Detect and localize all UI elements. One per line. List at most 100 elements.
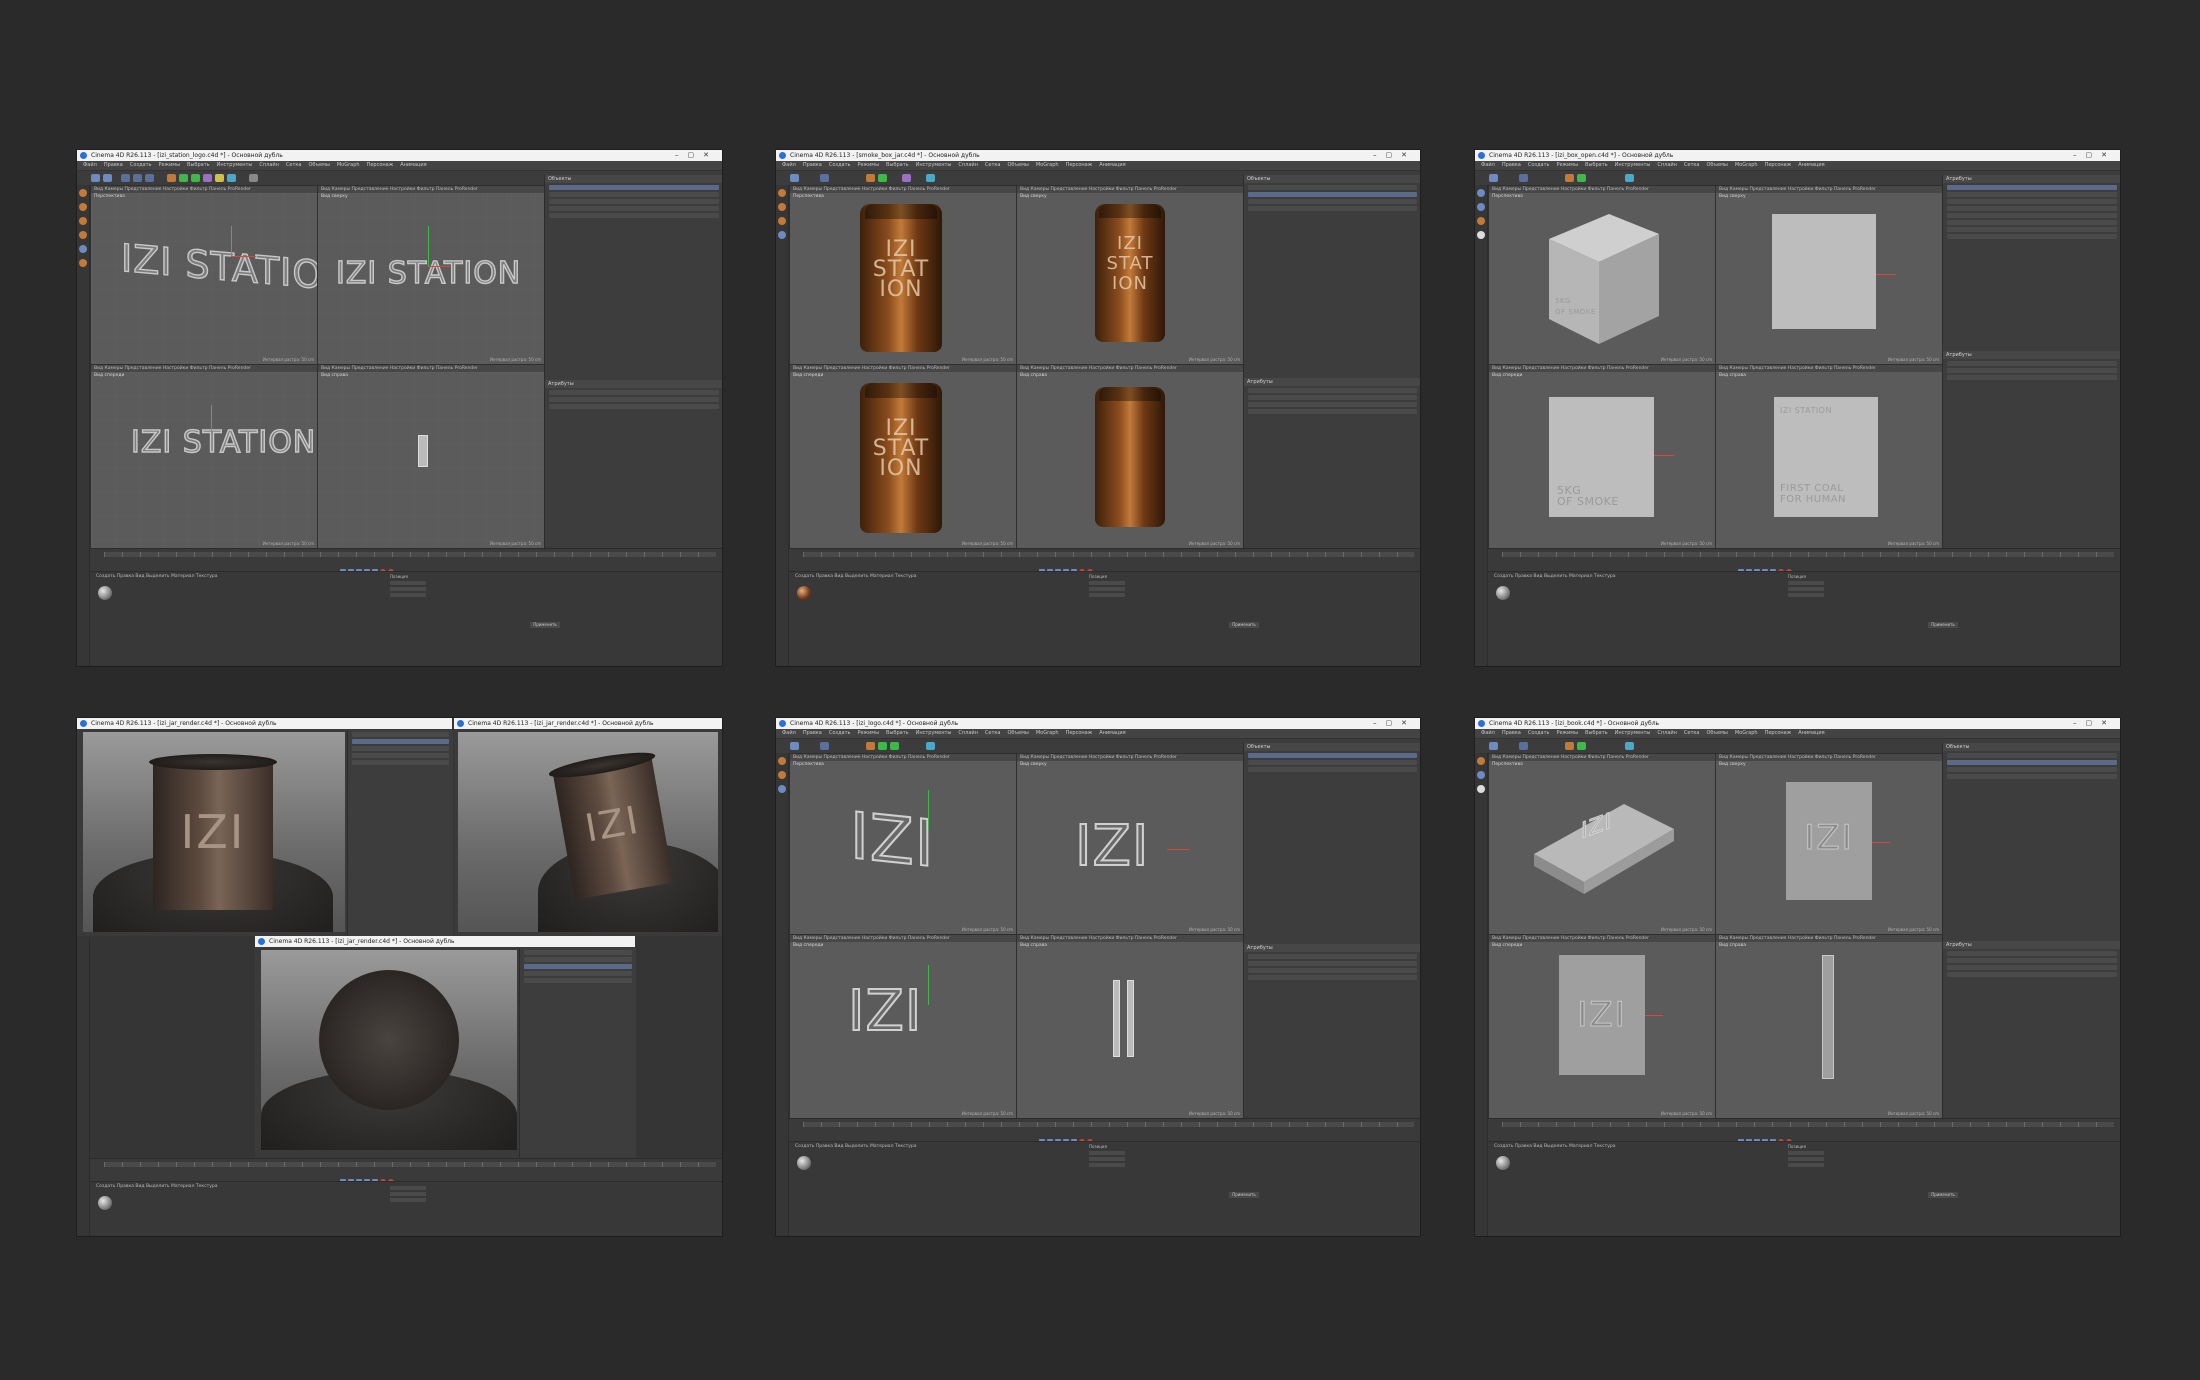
object-row[interactable] [549, 199, 719, 204]
right-panels[interactable]: Объекты Атрибуты [1243, 175, 1420, 547]
axis-mode-icon[interactable] [79, 245, 87, 253]
timeline[interactable] [1488, 1118, 2120, 1145]
object-row[interactable] [1947, 227, 2117, 232]
axis-mode-icon[interactable] [1477, 785, 1485, 793]
viewport-top[interactable]: Вид Камеры Представление Настройки Фильт… [1016, 753, 1244, 935]
x-axis-gizmo[interactable] [428, 266, 450, 267]
window-controls[interactable]: –▢✕ [2073, 150, 2116, 161]
viewport-top[interactable]: Вид Камеры Представление Настройки Фильт… [1715, 753, 1943, 935]
right-panels[interactable]: Атрибуты Атрибуты [1942, 175, 2120, 547]
playback-controls[interactable] [1039, 560, 1095, 575]
object-row[interactable] [549, 185, 719, 190]
camera-icon[interactable] [1625, 742, 1634, 750]
coordinates-manager[interactable]: Позиция [1089, 1144, 1125, 1169]
viewport-menu[interactable]: Вид Камеры Представление Настройки Фильт… [1489, 754, 1715, 761]
model-mode-icon[interactable] [778, 757, 786, 765]
object-row[interactable] [1947, 774, 2117, 779]
attribute-row[interactable] [1248, 954, 1417, 959]
undo-icon[interactable] [1489, 174, 1498, 182]
viewport-front[interactable]: Вид Камеры Представление Настройки Фильт… [789, 364, 1017, 549]
attribute-row[interactable] [1947, 375, 2117, 380]
rotate-icon[interactable] [145, 174, 154, 182]
timeline-ruler[interactable] [803, 552, 1414, 557]
model-mode-icon[interactable] [79, 189, 87, 197]
left-tool-strip[interactable] [776, 753, 789, 1236]
object-row[interactable] [1947, 206, 2117, 211]
object-row[interactable] [1248, 767, 1417, 772]
viewport-front[interactable]: Вид Камеры Представление Настройки Фильт… [1488, 934, 1716, 1119]
viewport-menu[interactable]: Вид Камеры Представление Настройки Фильт… [91, 186, 317, 193]
menu-bar[interactable]: Файл Правка Создать Режимы Выбрать Инструмент… [776, 729, 1420, 739]
timeline-ruler[interactable] [803, 1122, 1414, 1127]
object-row[interactable] [1947, 213, 2117, 218]
render-icon[interactable] [249, 174, 258, 182]
attribute-row[interactable] [549, 390, 719, 395]
viewport-front[interactable]: Вид Камеры Представление Настройки Фильт… [1488, 364, 1716, 549]
window-controls[interactable]: –▢✕ [1373, 150, 1416, 161]
spline-icon[interactable] [1577, 174, 1586, 182]
object-row[interactable] [1947, 199, 2117, 204]
camera-icon[interactable] [926, 174, 935, 182]
viewport-menu[interactable]: Вид Камеры Представление Настройки Фильт… [1489, 935, 1715, 942]
viewport-perspective[interactable]: Вид Камеры Представление Настройки Фильт… [789, 185, 1017, 365]
edges-mode-icon[interactable] [778, 217, 786, 225]
attribute-row[interactable] [1248, 409, 1417, 414]
viewport-front[interactable]: Вид Камеры Представление Настройки Фильт… [90, 364, 318, 549]
playback-controls[interactable] [1738, 560, 1794, 575]
points-mode-icon[interactable] [778, 771, 786, 779]
menu-bar[interactable]: Файл Правка Создать Режимы Выбрать Инструмент… [776, 161, 1420, 171]
material-ball-icon[interactable] [98, 586, 112, 600]
attribute-row[interactable] [1947, 972, 2117, 977]
viewport-menu[interactable]: Вид Камеры Представление Настройки Фильт… [1017, 935, 1243, 942]
coordinates-manager[interactable]: Позиция [1788, 1144, 1824, 1169]
timeline-ruler[interactable] [1502, 1122, 2114, 1127]
object-row[interactable] [1248, 185, 1417, 190]
playback-controls[interactable] [1738, 1130, 1794, 1145]
viewport-top[interactable]: Вид Камеры Представление Настройки Фильт… [1016, 185, 1244, 365]
viewport-menu[interactable]: Вид Камеры Представление Настройки Фильт… [1489, 186, 1715, 193]
deformer-icon[interactable] [902, 174, 911, 182]
viewport-menu[interactable]: Вид Камеры Представление Настройки Фильт… [1489, 365, 1715, 372]
move-icon[interactable] [820, 742, 829, 750]
viewport-menu[interactable]: Вид Камеры Представление Настройки Фильт… [790, 754, 1016, 761]
viewport-perspective[interactable]: Вид Камеры Представление Настройки Фильт… [90, 185, 318, 365]
object-row[interactable] [1947, 234, 2117, 239]
cube-icon[interactable] [1565, 174, 1574, 182]
viewport-right[interactable]: Вид Камеры Представление Настройки Фильт… [1715, 934, 1943, 1119]
edges-mode-icon[interactable] [79, 217, 87, 225]
playback-controls[interactable] [1039, 1130, 1095, 1145]
attribute-row[interactable] [1248, 402, 1417, 407]
timeline-ruler[interactable] [1502, 552, 2114, 557]
points-mode-icon[interactable] [1477, 203, 1485, 211]
undo-icon[interactable] [1489, 742, 1498, 750]
apply-button[interactable]: Применить [530, 622, 560, 628]
undo-icon[interactable] [790, 174, 799, 182]
playback-controls[interactable] [340, 560, 396, 575]
coordinates-manager[interactable] [390, 1184, 426, 1204]
object-row[interactable] [549, 213, 719, 218]
spline-icon[interactable] [878, 742, 887, 750]
snap-icon[interactable] [79, 259, 87, 267]
left-tool-strip[interactable] [77, 185, 90, 666]
coordinates-manager[interactable]: Позиция [390, 574, 426, 599]
viewport-menu[interactable]: Вид Камеры Представление Настройки Фильт… [1017, 365, 1243, 372]
left-tool-strip[interactable] [1475, 753, 1488, 1236]
attribute-row[interactable] [1248, 388, 1417, 393]
spline-icon[interactable] [1577, 742, 1586, 750]
polygons-mode-icon[interactable] [79, 231, 87, 239]
apply-button[interactable]: Применить [1229, 622, 1259, 628]
right-panels[interactable]: Объекты Атрибуты [1942, 743, 2120, 1117]
undo-icon[interactable] [790, 742, 799, 750]
attribute-row[interactable] [1248, 968, 1417, 973]
axis-mode-icon[interactable] [1477, 231, 1485, 239]
cube-icon[interactable] [866, 174, 875, 182]
material-ball-icon[interactable] [98, 1196, 112, 1210]
viewport-menu[interactable]: Вид Камеры Представление Настройки Фильт… [1716, 365, 1942, 372]
right-panels[interactable]: Объекты Атрибуты [1243, 743, 1420, 1117]
move-icon[interactable] [1519, 174, 1528, 182]
object-row[interactable] [1947, 767, 2117, 772]
move-icon[interactable] [121, 174, 130, 182]
viewport-right[interactable]: Вид Камеры Представление Настройки Фильт… [317, 364, 545, 549]
deformer-icon[interactable] [203, 174, 212, 182]
render-settings-panel[interactable] [347, 730, 453, 936]
